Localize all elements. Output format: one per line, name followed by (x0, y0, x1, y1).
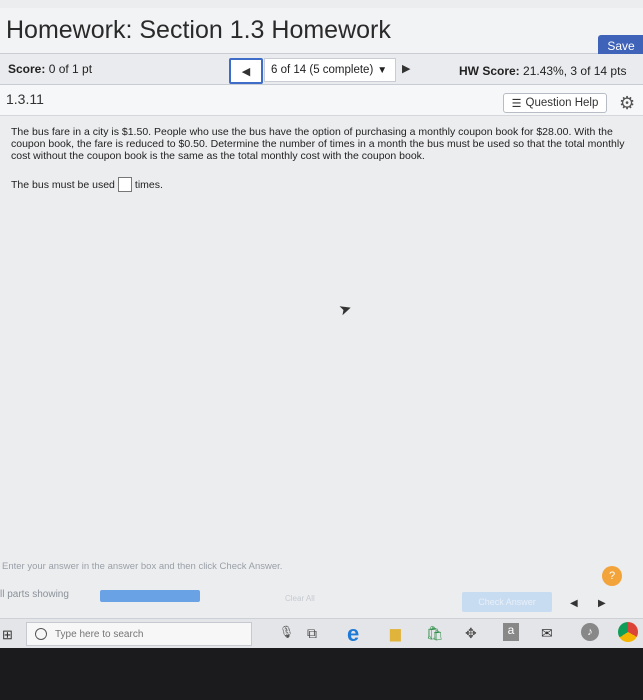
question-help-button[interactable]: ☰ Question Help (503, 93, 607, 113)
dropbox-icon[interactable]: ✥ (465, 625, 477, 642)
question-text: The bus fare in a city is $1.50. People … (11, 126, 625, 162)
instruction-text: Enter your answer in the answer box and … (2, 561, 283, 572)
next-question-button[interactable]: ▶ (402, 62, 410, 75)
store-icon[interactable]: 🛍 (426, 625, 444, 642)
microphone-icon[interactable]: 🎙 (279, 625, 294, 639)
question-help-label: Question Help (525, 97, 599, 109)
page-title: Homework: Section 1.3 Homework (6, 16, 391, 44)
hw-score: HW Score: 21.43%, 3 of 14 pts (459, 64, 626, 78)
bottom-next-button[interactable]: ▶ (598, 598, 606, 609)
caret-down-icon: ▼ (377, 64, 388, 76)
task-view-icon[interactable]: ⧉ (307, 625, 317, 642)
question-bar: 1.3.11 ☰ Question Help ⚙ (0, 85, 643, 116)
windows-start-icon[interactable]: ⊞ (2, 627, 13, 643)
gear-icon[interactable]: ⚙ (619, 93, 635, 114)
triangle-left-icon: ◀ (570, 598, 578, 609)
mouse-cursor-icon: ➤ (336, 299, 355, 320)
score-value: 0 of 1 pt (48, 62, 93, 76)
bottom-previous-button[interactable]: ◀ (570, 598, 578, 609)
header: Homework: Section 1.3 Homework Save (0, 8, 643, 57)
taskbar: ⊞ 🎙 ⧉ e ▆ 🛍 ✥ a ✉ ♪ (0, 618, 643, 648)
search-input[interactable] (55, 628, 225, 640)
score-label: Score: (8, 62, 46, 76)
question-selector[interactable]: 6 of 14 (5 complete) ▼ (264, 58, 396, 82)
hw-score-label: HW Score: (459, 64, 520, 78)
clear-all-button[interactable]: Clear All (285, 594, 315, 603)
check-answer-button[interactable]: Check Answer (462, 592, 552, 612)
taskbar-search[interactable] (26, 622, 252, 646)
triangle-right-icon: ▶ (598, 598, 606, 609)
progress-fill (100, 590, 200, 602)
triangle-left-icon: ◀ (241, 65, 251, 78)
edge-browser-icon[interactable]: e (347, 621, 359, 647)
mail-icon[interactable]: ✉ (541, 625, 553, 642)
answer-suffix: times. (134, 178, 163, 191)
help-button[interactable]: ? (602, 566, 622, 586)
answer-line: The bus must be used times. (11, 177, 163, 192)
itunes-icon[interactable]: ♪ (581, 623, 599, 641)
score-bar: Score: 0 of 1 pt ◀ 6 of 14 (5 complete) … (0, 54, 643, 85)
chrome-icon[interactable] (618, 622, 638, 642)
cortana-icon (35, 628, 47, 640)
triangle-right-icon: ▶ (402, 63, 411, 75)
hw-score-value: 21.43%, 3 of 14 pts (523, 64, 627, 78)
file-explorer-icon[interactable]: ▆ (390, 625, 401, 642)
screen: Homework: Section 1.3 Homework Save Scor… (0, 0, 643, 648)
question-number: 1.3.11 (6, 91, 44, 107)
answer-input[interactable] (117, 177, 132, 192)
question-selector-label: 6 of 14 (5 complete) (271, 64, 374, 76)
previous-question-button[interactable]: ◀ (229, 58, 263, 84)
parts-progress-bar (100, 590, 200, 602)
list-icon: ☰ (511, 97, 522, 110)
answer-prefix: The bus must be used (11, 178, 115, 191)
parts-showing-label: ll parts showing (0, 589, 69, 600)
score: Score: 0 of 1 pt (8, 62, 92, 76)
amazon-app-icon[interactable]: a (503, 623, 519, 641)
